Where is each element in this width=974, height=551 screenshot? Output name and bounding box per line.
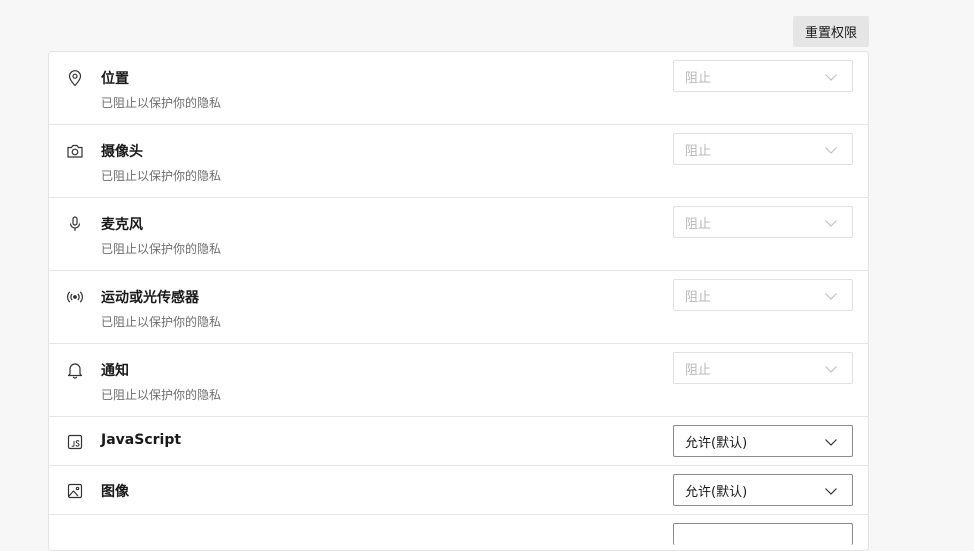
motion-sensor-icon [65, 287, 85, 307]
select-value: 阻止 [685, 143, 712, 159]
chevron-down-icon [825, 74, 837, 81]
permission-title: 图像 [101, 484, 129, 500]
permission-subtitle: 已阻止以保护你的隐私 [101, 169, 222, 183]
next-permission-select[interactable] [673, 523, 853, 545]
permission-title: 摄像头 [101, 144, 143, 160]
reset-permissions-button[interactable]: 重置权限 [793, 16, 869, 47]
permission-row-camera: 摄像头 已阻止以保护你的隐私 阻止 [49, 125, 868, 198]
motion-sensors-permission-select[interactable]: 阻止 [673, 279, 853, 311]
location-permission-select[interactable]: 阻止 [673, 60, 853, 92]
select-value: 阻止 [685, 289, 712, 305]
chevron-down-icon [825, 439, 837, 446]
permission-row-javascript: JavaScript 允许(默认) [49, 417, 868, 466]
permission-row-notifications: 通知 已阻止以保护你的隐私 阻止 [49, 344, 868, 417]
chevron-down-icon [825, 220, 837, 227]
location-pin-icon [65, 68, 85, 88]
permission-title: 运动或光传感器 [101, 290, 199, 306]
permission-subtitle: 已阻止以保护你的隐私 [101, 388, 222, 402]
permission-subtitle: 已阻止以保护你的隐私 [101, 242, 222, 256]
permission-title: 麦克风 [101, 217, 143, 233]
permission-row-images: 图像 允许(默认) [49, 466, 868, 515]
select-value: 允许(默认) [685, 435, 748, 451]
bell-icon [65, 360, 85, 380]
microphone-permission-select[interactable]: 阻止 [673, 206, 853, 238]
notifications-permission-select[interactable]: 阻止 [673, 352, 853, 384]
javascript-permission-select[interactable]: 允许(默认) [673, 425, 853, 457]
site-permissions-panel: 位置 已阻止以保护你的隐私 阻止 摄像头 已阻止以保护你的隐私 阻止 麦克风 已… [48, 51, 869, 551]
chevron-down-icon [825, 293, 837, 300]
camera-icon [65, 141, 85, 161]
chevron-down-icon [825, 366, 837, 373]
permission-row-next [49, 515, 868, 545]
select-value: 阻止 [685, 70, 712, 86]
image-icon [65, 481, 85, 501]
permission-title: 通知 [101, 363, 129, 379]
permission-title: JavaScript [101, 432, 182, 448]
permission-subtitle: 已阻止以保护你的隐私 [101, 96, 222, 110]
select-value: 阻止 [685, 362, 712, 378]
chevron-down-icon [825, 147, 837, 154]
chevron-down-icon [825, 488, 837, 495]
permission-row-motion-sensors: 运动或光传感器 已阻止以保护你的隐私 阻止 [49, 271, 868, 344]
permission-subtitle: 已阻止以保护你的隐私 [101, 315, 222, 329]
permission-title: 位置 [101, 71, 129, 87]
permission-row-microphone: 麦克风 已阻止以保护你的隐私 阻止 [49, 198, 868, 271]
microphone-icon [65, 214, 85, 234]
javascript-icon [65, 432, 85, 452]
permission-row-location: 位置 已阻止以保护你的隐私 阻止 [49, 52, 868, 125]
select-value: 阻止 [685, 216, 712, 232]
select-value: 允许(默认) [685, 484, 748, 500]
images-permission-select[interactable]: 允许(默认) [673, 474, 853, 506]
camera-permission-select[interactable]: 阻止 [673, 133, 853, 165]
